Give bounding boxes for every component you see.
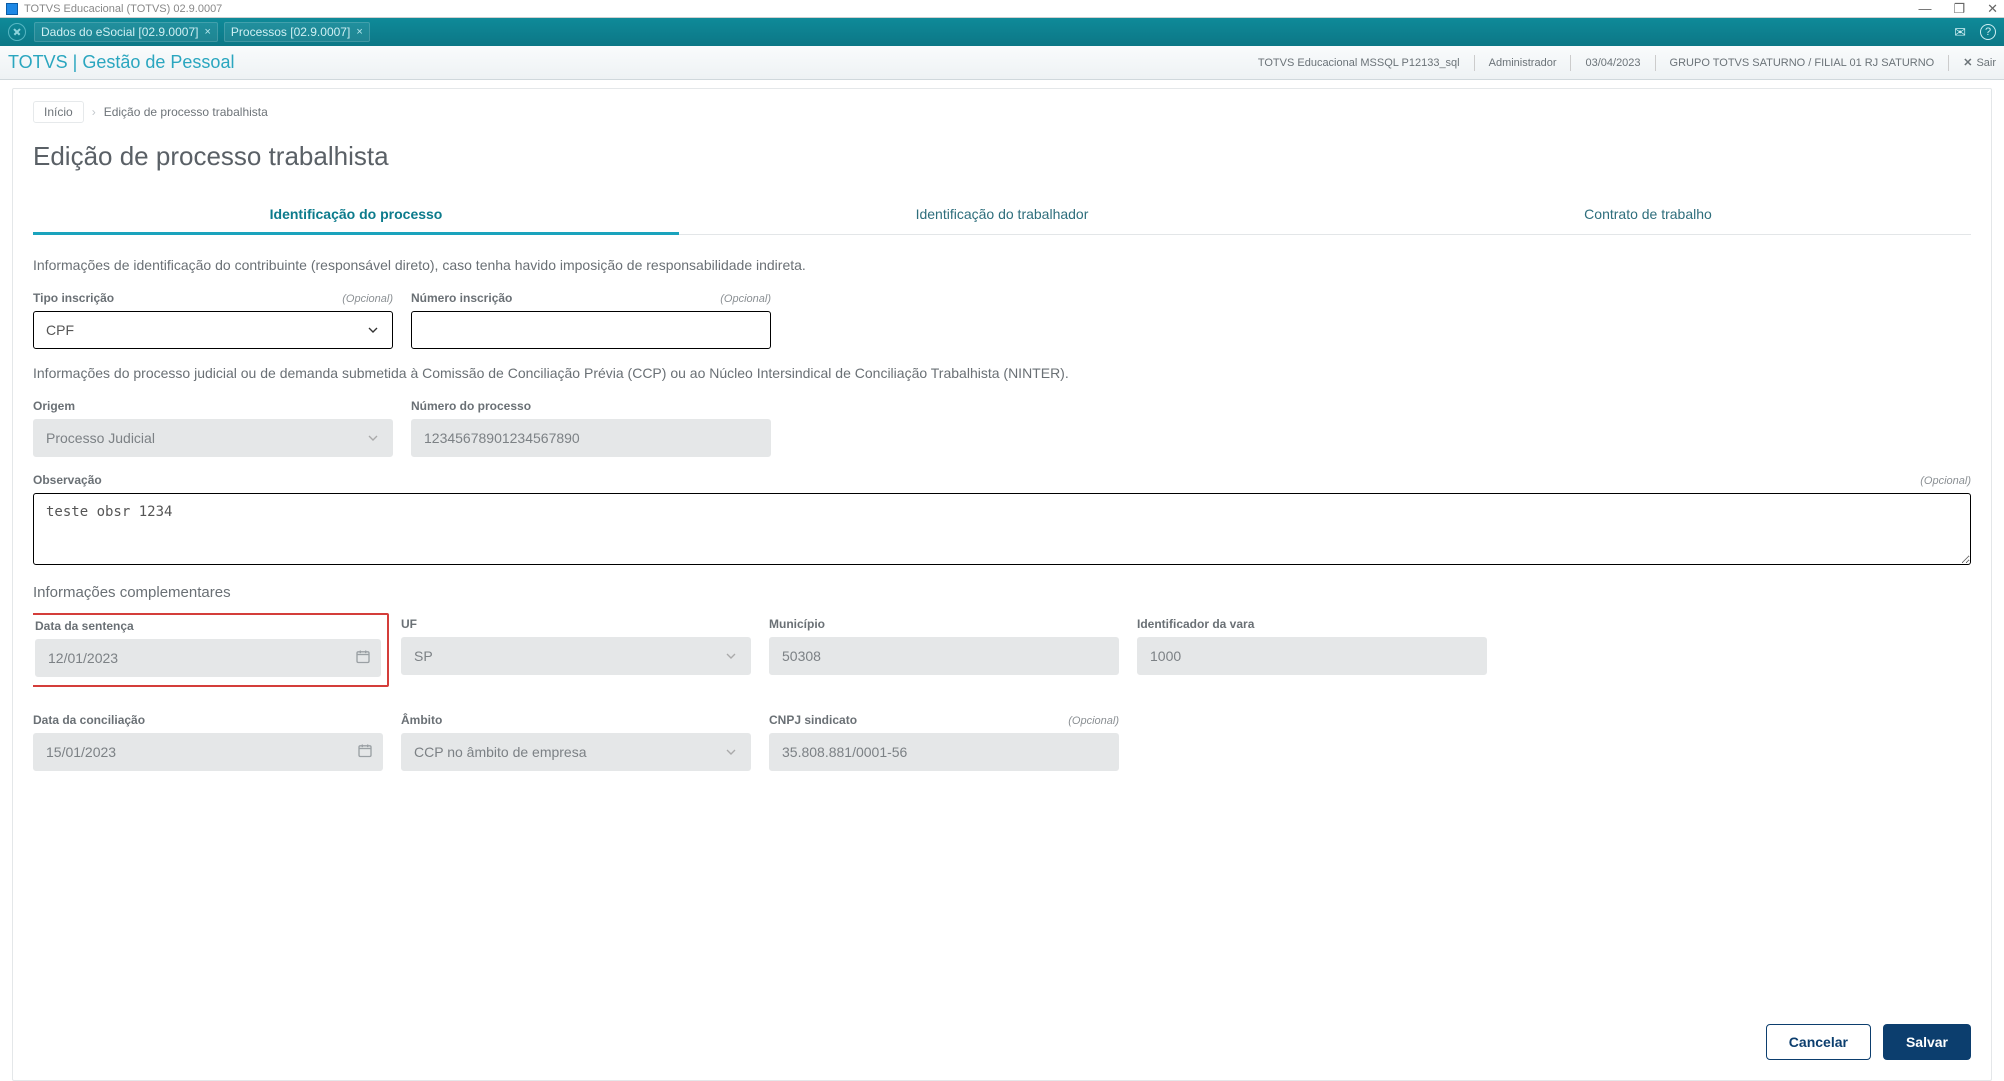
window-close-icon[interactable]: ✕ — [1987, 2, 1998, 15]
window-titlebar: TOTVS Educacional (TOTVS) 02.9.0007 — ❐ … — [0, 0, 2004, 18]
numero-inscricao-label: Número inscrição — [411, 291, 512, 305]
environment-label: TOTVS Educacional MSSQL P12133_sql — [1258, 57, 1460, 69]
optional-hint: (Opcional) — [342, 293, 393, 305]
close-icon[interactable]: × — [356, 26, 362, 38]
breadcrumb-current: Edição de processo trabalhista — [104, 105, 268, 119]
window-minimize-icon[interactable]: — — [1918, 2, 1931, 15]
save-button[interactable]: Salvar — [1883, 1024, 1971, 1060]
ribbon-tab-processos[interactable]: Processos [02.9.0007] × — [224, 22, 370, 42]
data-sentenca-value: 12/01/2023 — [35, 639, 381, 677]
ident-vara-label: Identificador da vara — [1137, 617, 1254, 631]
calendar-icon — [355, 649, 371, 668]
field-tipo-inscricao: Tipo inscrição (Opcional) CPF — [33, 291, 393, 349]
uf-value: SP — [401, 637, 751, 675]
observacao-textarea[interactable] — [33, 493, 1971, 565]
tipo-inscricao-label: Tipo inscrição — [33, 291, 114, 305]
ribbon-tab-label: Dados do eSocial [02.9.0007] — [41, 25, 198, 39]
close-icon: ✕ — [1963, 56, 1972, 69]
numero-processo-value: 12345678901234567890 — [411, 419, 771, 457]
content-area: Início › Edição de processo trabalhista … — [0, 80, 2004, 1081]
origem-value: Processo Judicial — [33, 419, 393, 457]
tipo-inscricao-select[interactable]: CPF — [33, 311, 393, 349]
field-municipio: Município 50308 — [769, 617, 1119, 697]
close-icon[interactable]: × — [204, 26, 210, 38]
data-sentenca-label: Data da sentença — [35, 619, 134, 633]
municipio-label: Município — [769, 617, 825, 631]
uf-label: UF — [401, 617, 417, 631]
calendar-icon — [357, 743, 373, 762]
ribbon-menu-icon[interactable] — [8, 23, 26, 41]
ribbon-tab-label: Processos [02.9.0007] — [231, 25, 350, 39]
data-conciliacao-label: Data da conciliação — [33, 713, 145, 727]
brand-title: TOTVS | Gestão de Pessoal — [8, 52, 234, 73]
page-title: Edição de processo trabalhista — [33, 141, 1971, 172]
origem-select: Processo Judicial — [33, 419, 393, 457]
observacao-label: Observação — [33, 473, 102, 487]
window-maximize-icon[interactable]: ❐ — [1953, 2, 1965, 15]
breadcrumb-home[interactable]: Início — [33, 101, 84, 123]
ambito-select: CCP no âmbito de empresa — [401, 733, 751, 771]
field-origem: Origem Processo Judicial — [33, 399, 393, 457]
date-label: 03/04/2023 — [1585, 57, 1640, 69]
field-numero-inscricao: Número inscrição (Opcional) — [411, 291, 771, 349]
field-numero-processo: Número do processo 12345678901234567890 — [411, 399, 771, 457]
ident-vara-value: 1000 — [1137, 637, 1487, 675]
app-ribbon: Dados do eSocial [02.9.0007] × Processos… — [0, 18, 2004, 46]
tab-contrato-trabalho[interactable]: Contrato de trabalho — [1325, 194, 1971, 234]
section-contribuinte-text: Informações de identificação do contribu… — [33, 257, 1971, 273]
chevron-right-icon: › — [92, 105, 96, 119]
optional-hint: (Opcional) — [1920, 475, 1971, 487]
section-complementares-head: Informações complementares — [33, 584, 1971, 601]
tab-identificacao-trabalhador[interactable]: Identificação do trabalhador — [679, 194, 1325, 234]
help-icon[interactable]: ? — [1980, 24, 1996, 40]
header-meta: TOTVS Educacional MSSQL P12133_sql Admin… — [1258, 55, 1996, 71]
highlight-data-sentenca: Data da sentença 12/01/2023 — [33, 613, 389, 687]
ambito-value: CCP no âmbito de empresa — [401, 733, 751, 771]
logout-label: Sair — [1976, 57, 1996, 69]
field-data-conciliacao: Data da conciliação 15/01/2023 — [33, 713, 383, 771]
logout-button[interactable]: ✕ Sair — [1963, 56, 1996, 69]
field-ambito: Âmbito CCP no âmbito de empresa — [401, 713, 751, 771]
field-observacao: Observação (Opcional) — [33, 473, 1971, 568]
field-uf: UF SP — [401, 617, 751, 697]
form-footer: Cancelar Salvar — [33, 1002, 1971, 1080]
optional-hint: (Opcional) — [720, 293, 771, 305]
app-header: TOTVS | Gestão de Pessoal TOTVS Educacio… — [0, 46, 2004, 80]
uf-select: SP — [401, 637, 751, 675]
municipio-value: 50308 — [769, 637, 1119, 675]
form-body: Informações de identificação do contribu… — [33, 235, 1971, 795]
ambito-label: Âmbito — [401, 713, 442, 727]
mail-icon[interactable]: ✉ — [1954, 24, 1966, 41]
section-processo-text: Informações do processo judicial ou de d… — [33, 365, 1971, 381]
cancel-button[interactable]: Cancelar — [1766, 1024, 1871, 1060]
user-label: Administrador — [1489, 57, 1557, 69]
optional-hint: (Opcional) — [1068, 715, 1119, 727]
cnpj-sindicato-label: CNPJ sindicato — [769, 713, 857, 727]
app-icon — [6, 3, 18, 15]
numero-inscricao-input[interactable] — [411, 311, 771, 349]
company-label: GRUPO TOTVS SATURNO / FILIAL 01 RJ SATUR… — [1670, 57, 1935, 69]
tab-identificacao-processo[interactable]: Identificação do processo — [33, 194, 679, 234]
data-conciliacao-value: 15/01/2023 — [33, 733, 383, 771]
tabs: Identificação do processo Identificação … — [33, 194, 1971, 235]
field-data-sentenca: Data da sentença 12/01/2023 — [33, 617, 383, 697]
window-title: TOTVS Educacional (TOTVS) 02.9.0007 — [24, 3, 222, 15]
cnpj-sindicato-value: 35.808.881/0001-56 — [769, 733, 1119, 771]
tipo-inscricao-value: CPF — [33, 311, 393, 349]
field-cnpj-sindicato: CNPJ sindicato (Opcional) 35.808.881/000… — [769, 713, 1119, 771]
numero-processo-label: Número do processo — [411, 399, 531, 413]
field-identificador-vara: Identificador da vara 1000 — [1137, 617, 1487, 697]
window-controls: — ❐ ✕ — [1918, 2, 1998, 15]
origem-label: Origem — [33, 399, 75, 413]
main-card: Início › Edição de processo trabalhista … — [12, 88, 1992, 1081]
ribbon-tab-esocial[interactable]: Dados do eSocial [02.9.0007] × — [34, 22, 218, 42]
breadcrumb: Início › Edição de processo trabalhista — [33, 101, 1971, 123]
